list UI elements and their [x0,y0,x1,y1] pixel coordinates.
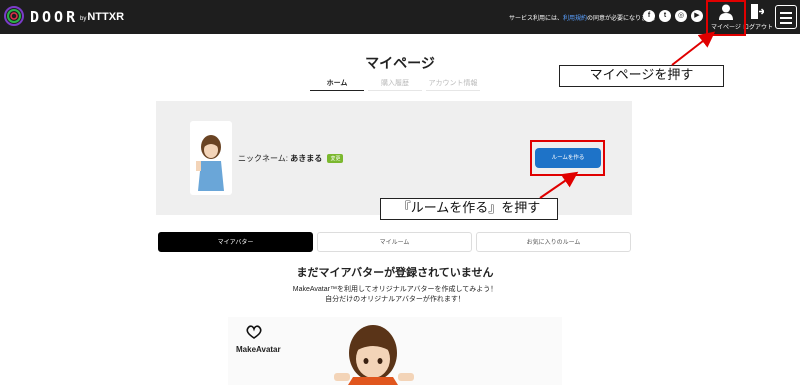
create-room-instruction-note: 『ルームを作る』を押す [380,198,558,220]
tab-home[interactable]: ホーム [310,78,364,91]
tab-account-info[interactable]: アカウント情報 [426,78,480,91]
top-header: DOOR byNTTXR サービス利用には、利用規約の同意が必要になります。 f… [0,0,800,34]
avatar-illustration [334,325,414,385]
mypage-highlight-box [706,0,746,36]
notice-prefix: サービス利用には、 [509,16,564,22]
empty-state-description: MakeAvatar™を利用してオリジナルアバターを作成してみよう！ 自分だけの… [0,285,790,305]
logo-brand-name: NTTXR [87,11,125,23]
makeavatar-brand: MakeAvatar [236,345,281,354]
subtab-my-avatar[interactable]: マイアバター [158,232,313,252]
logout-button[interactable]: ログアウト [742,4,773,32]
makeavatar-logo-icon [246,325,262,339]
empty-state-line2: 自分だけのオリジナルアバターが作れます！ [325,296,465,303]
subtab-favorite-rooms[interactable]: お気に入りのルーム [476,232,631,252]
hamburger-menu-button[interactable] [775,5,797,29]
makeavatar-banner[interactable]: MakeAvatar [228,317,562,385]
nickname-row: ニックネーム: あきまる 変更 [238,153,344,164]
door-logo-icon[interactable] [4,6,24,26]
avatar-image [196,135,224,191]
subtab-my-room[interactable]: マイルーム [317,232,472,252]
menu-bar-icon [780,12,792,14]
logout-icon [751,4,764,19]
logo-brand: byNTTXR [80,11,124,23]
tab-purchase-history[interactable]: 購入履歴 [368,78,422,91]
instagram-icon[interactable]: ◎ [675,10,687,22]
menu-bar-icon [780,17,792,19]
empty-state-line1: MakeAvatar™を利用してオリジナルアバターを作成してみよう！ [292,286,498,293]
facebook-icon[interactable]: f [643,10,655,22]
menu-bar-icon [780,22,792,24]
empty-state-title: まだマイアバターが登録されていません [296,267,494,279]
nickname-value: あきまる [290,154,323,163]
nickname-label: ニックネーム: [238,154,288,163]
avatar-card[interactable] [190,121,232,195]
terms-link[interactable]: 利用規約 [563,16,587,22]
logo-text[interactable]: DOOR [30,8,78,26]
terms-notice: サービス利用には、利用規約の同意が必要になります。 [509,13,658,22]
twitter-icon[interactable]: t [659,10,671,22]
logout-label: ログアウト [742,25,773,31]
mypage-instruction-note: マイページを押す [559,65,724,87]
youtube-icon[interactable]: ▶ [691,10,703,22]
edit-nickname-badge[interactable]: 変更 [327,154,344,164]
create-room-highlight-box [530,140,605,176]
logo-by: by [80,16,87,22]
